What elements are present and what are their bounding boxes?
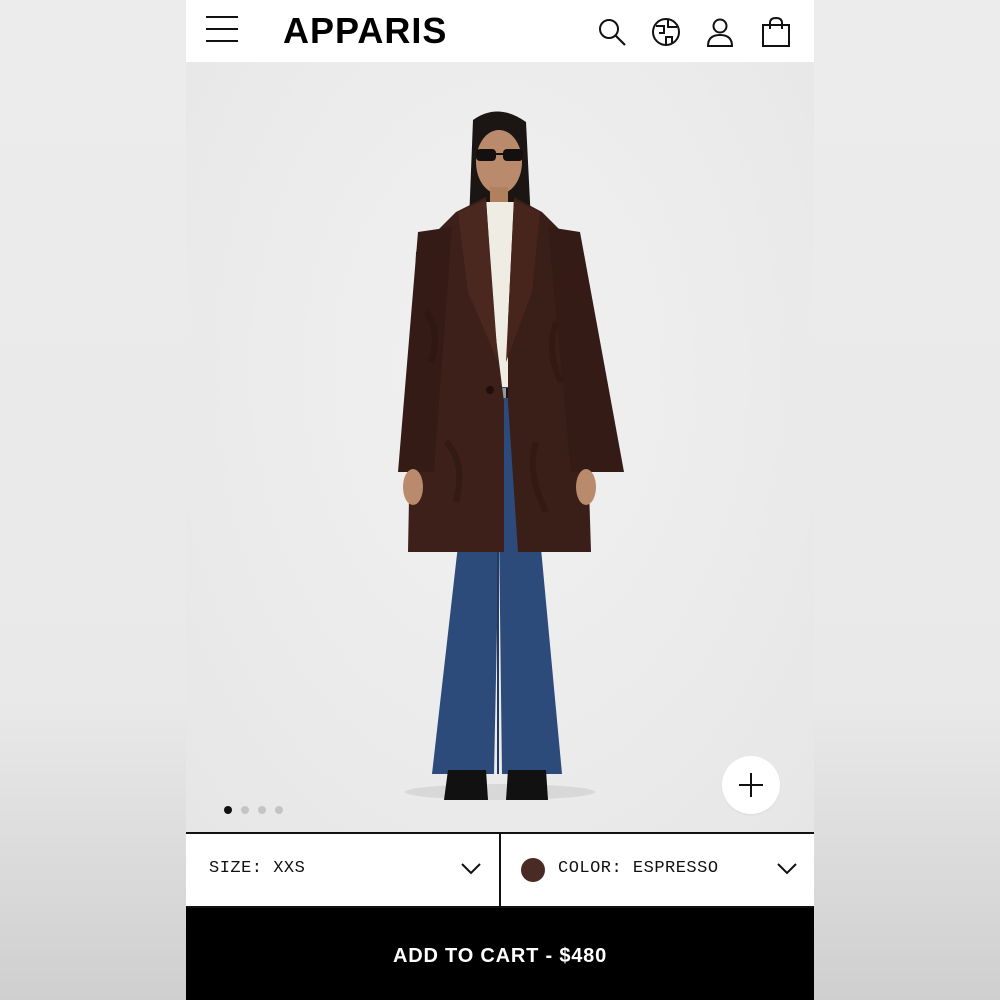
top-header: APPARIS bbox=[186, 0, 814, 62]
gallery-dot[interactable] bbox=[241, 806, 249, 814]
search-icon[interactable] bbox=[596, 16, 628, 48]
product-image[interactable] bbox=[186, 62, 814, 832]
gallery-dot[interactable] bbox=[258, 806, 266, 814]
add-to-cart-button[interactable]: ADD TO CART - $480 bbox=[186, 908, 814, 1000]
size-label: SIZE: XXS bbox=[209, 859, 306, 878]
phone-screen: APPARIS SIZE: XXS COLOR: ESPRESSO ADD TO… bbox=[186, 0, 814, 1000]
color-selector[interactable]: COLOR: ESPRESSO bbox=[501, 834, 814, 906]
gallery-dot[interactable] bbox=[224, 806, 232, 814]
size-selector[interactable]: SIZE: XXS bbox=[186, 834, 501, 906]
color-swatch bbox=[521, 858, 545, 882]
brand-logo[interactable]: APPARIS bbox=[283, 10, 447, 52]
globe-icon[interactable] bbox=[650, 16, 682, 48]
model-photo bbox=[398, 111, 624, 800]
zoom-button[interactable] bbox=[722, 756, 780, 814]
color-label: COLOR: ESPRESSO bbox=[558, 859, 719, 878]
chevron-down-icon bbox=[777, 863, 797, 875]
bag-icon[interactable] bbox=[760, 16, 792, 48]
plus-icon bbox=[739, 773, 763, 797]
gallery-dot[interactable] bbox=[275, 806, 283, 814]
variant-selectors: SIZE: XXS COLOR: ESPRESSO bbox=[186, 832, 814, 908]
menu-icon[interactable] bbox=[206, 16, 238, 42]
account-icon[interactable] bbox=[704, 16, 736, 48]
chevron-down-icon bbox=[461, 863, 481, 875]
